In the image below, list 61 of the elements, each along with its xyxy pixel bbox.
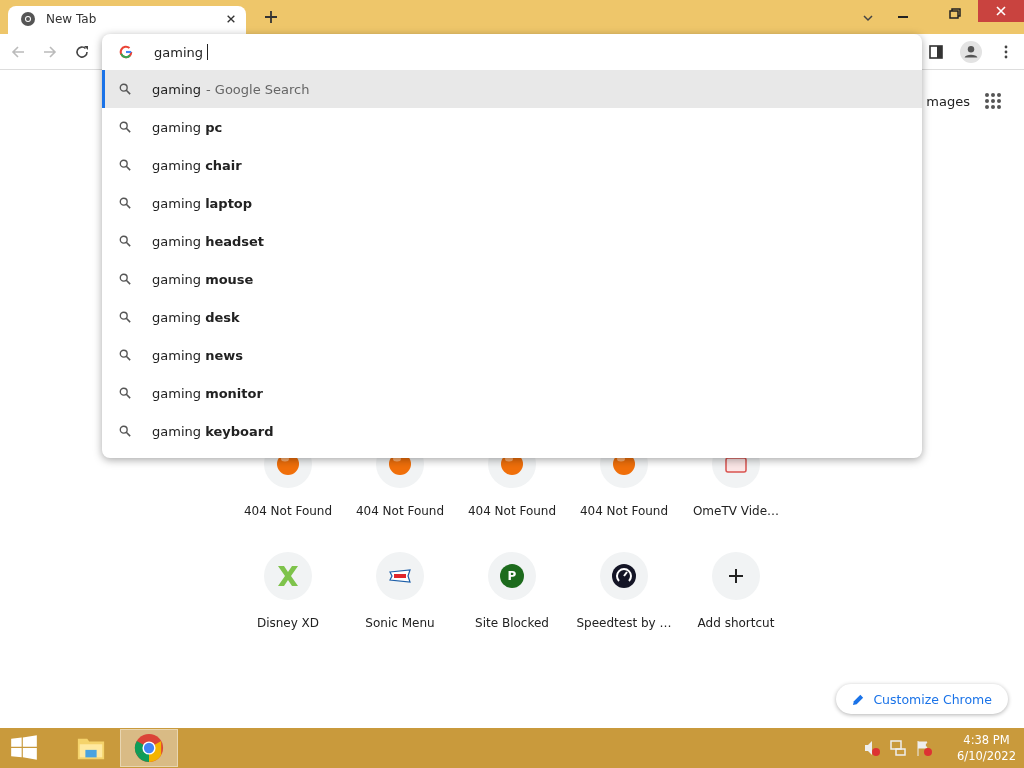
shortcut-label[interactable]: Add shortcut: [697, 616, 775, 630]
google-logo-icon: [119, 45, 133, 59]
suggestion-item[interactable]: gaming laptop: [102, 184, 922, 222]
shortcut-label[interactable]: 404 Not Found: [467, 504, 557, 518]
text-cursor: [207, 44, 208, 60]
apps-grid-icon[interactable]: [984, 92, 1002, 110]
shortcut-label[interactable]: Disney XD: [256, 616, 320, 630]
shortcut-icon-background[interactable]: [600, 552, 648, 600]
new-tab-icon[interactable]: [264, 10, 278, 24]
shortcut-label[interactable]: 404 Not Found: [579, 504, 669, 518]
search-icon: [119, 83, 131, 95]
windows-logo-icon[interactable]: [10, 734, 38, 762]
shortcut-label[interactable]: Speedtest by …: [576, 616, 672, 630]
browser-logo-icon: [20, 11, 36, 27]
taskbar-app[interactable]: [120, 729, 178, 767]
shortcut-label[interactable]: Sonic Menu: [365, 616, 435, 630]
suggestion-item[interactable]: gaming chair: [102, 146, 922, 184]
suggestion-item[interactable]: gaming - Google Search: [102, 70, 922, 108]
suggestion-item[interactable]: gaming headset: [102, 222, 922, 260]
shortcut-label[interactable]: 404 Not Found: [243, 504, 333, 518]
network-icon[interactable]: [889, 739, 908, 757]
shortcut-label[interactable]: OmeTV Vide…: [692, 504, 780, 518]
search-icon: [119, 273, 131, 285]
search-icon: [119, 121, 131, 133]
flag-icon[interactable]: [915, 739, 934, 757]
close-icon: [995, 5, 1007, 17]
muted-speaker-icon[interactable]: [863, 739, 882, 757]
suggestion-item[interactable]: gaming news: [102, 336, 922, 374]
clock-date: 6/10/2022: [957, 748, 1016, 764]
chrome-logo-icon: [133, 733, 165, 763]
clock-time: 4:38 PM: [963, 732, 1010, 748]
suggestion-item[interactable]: gaming mouse: [102, 260, 922, 298]
search-icon: [119, 159, 131, 171]
reload-icon[interactable]: [74, 43, 90, 60]
search-icon: [119, 387, 131, 399]
customize-button[interactable]: Customize Chrome: [836, 684, 1008, 714]
chevron-down-icon[interactable]: [862, 12, 874, 24]
shortcut-icon-background[interactable]: [712, 552, 760, 600]
suggestion-item[interactable]: gaming monitor: [102, 374, 922, 412]
search-icon: [119, 349, 131, 361]
letter-icon: P: [500, 564, 524, 588]
search-icon: [119, 311, 131, 323]
side-panel-icon[interactable]: [928, 43, 944, 60]
suggestion-item[interactable]: gaming desk: [102, 298, 922, 336]
gauge-icon: [612, 564, 636, 588]
suggestion-item[interactable]: gaming pc: [102, 108, 922, 146]
pencil-icon: [852, 692, 866, 706]
shortcut-icon-background[interactable]: P: [488, 552, 536, 600]
close-button[interactable]: [978, 0, 1024, 22]
images-link[interactable]: mages: [926, 93, 970, 109]
browser-tab[interactable]: New Tab: [8, 6, 246, 34]
close-icon[interactable]: [226, 14, 236, 24]
shortcut-label[interactable]: 404 Not Found: [355, 504, 445, 518]
profile-icon[interactable]: [960, 40, 982, 63]
suggestion-item[interactable]: gaming keyboard: [102, 412, 922, 450]
search-icon: [119, 197, 131, 209]
search-icon: [119, 425, 131, 437]
address-field[interactable]: gaming: [154, 44, 203, 60]
search-icon: [119, 235, 131, 247]
shortcut-label[interactable]: Site Blocked: [475, 616, 549, 630]
cross-icon: [276, 564, 300, 588]
